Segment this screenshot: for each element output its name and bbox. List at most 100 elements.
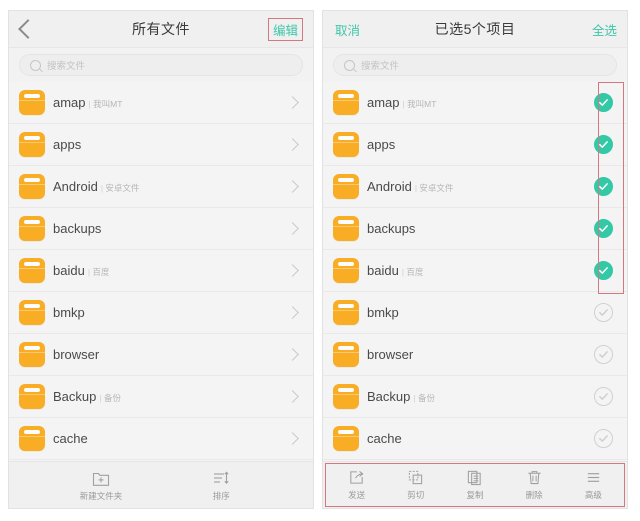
list-item[interactable]: browser: [323, 334, 627, 376]
row-subtitle: 安卓文件: [415, 182, 453, 194]
list-item[interactable]: amap我叫MT: [323, 82, 627, 124]
list-item[interactable]: Backup备份: [323, 376, 627, 418]
check-mark-icon: [599, 141, 608, 148]
list-item[interactable]: cache: [323, 418, 627, 460]
chevron-right-icon: [286, 222, 299, 235]
back-button[interactable]: [18, 11, 38, 47]
folder-icon: [333, 384, 359, 409]
check-circle-filled-icon[interactable]: [594, 93, 613, 112]
sort-label: 排序: [212, 490, 230, 501]
row-name: amap: [53, 95, 86, 110]
selection-title: 已选5个项目: [434, 21, 516, 37]
folder-icon: [333, 258, 359, 283]
select-all-button[interactable]: 全选: [592, 20, 617, 39]
right-navbar: 取消 已选5个项目 全选: [323, 11, 627, 48]
row-name: baidu: [367, 263, 399, 278]
folder-icon: [19, 258, 45, 283]
list-item[interactable]: bmkp: [323, 292, 627, 334]
row-subtitle: 备份: [413, 392, 435, 404]
chevron-right-icon: [286, 264, 299, 277]
check-circle-outline-icon[interactable]: [594, 303, 613, 322]
row-name: bmkp: [53, 305, 85, 320]
edit-button[interactable]: 编辑: [267, 17, 303, 41]
new-folder-button[interactable]: 新建文件夹: [80, 469, 122, 502]
search-placeholder: 搜索文件: [47, 61, 86, 72]
cut-button[interactable]: 剪切: [395, 469, 437, 501]
list-item[interactable]: apps: [323, 124, 627, 166]
chevron-right-icon: [286, 180, 299, 193]
check-circle-filled-icon[interactable]: [594, 261, 613, 280]
check-mark-icon: [599, 183, 608, 190]
delete-button[interactable]: 删除: [513, 469, 555, 501]
list-item[interactable]: apps: [9, 124, 313, 166]
delete-label: 删除: [525, 490, 543, 500]
sort-button[interactable]: 排序: [200, 469, 242, 502]
list-item[interactable]: bmkp: [9, 292, 313, 334]
send-button[interactable]: 发送: [336, 469, 378, 501]
search-input[interactable]: 搜索文件: [19, 54, 303, 76]
row-name: Backup: [53, 389, 97, 404]
right-bottom-toolbar: 发送 剪切 复制 删除 高级: [323, 461, 627, 508]
chevron-right-icon: [286, 348, 299, 361]
list-item[interactable]: amap我叫MT: [9, 82, 313, 124]
list-item[interactable]: baidu百度: [9, 250, 313, 292]
check-circle-filled-icon[interactable]: [594, 219, 613, 238]
check-mark-icon: [599, 393, 608, 400]
check-circle-filled-icon[interactable]: [594, 177, 613, 196]
list-item[interactable]: cache: [9, 418, 313, 460]
row-subtitle: 安卓文件: [101, 182, 139, 194]
right-panel-selection-mode: 取消 已选5个项目 全选 搜索文件 amap我叫MT apps Android安卓文…: [322, 10, 628, 509]
list-item[interactable]: backups: [323, 208, 627, 250]
row-name: browser: [367, 347, 414, 362]
list-item[interactable]: Android安卓文件: [9, 166, 313, 208]
row-name: baidu: [53, 263, 85, 278]
search-icon: [344, 59, 355, 71]
folder-icon: [333, 132, 359, 157]
row-labels: Android安卓文件: [53, 179, 288, 194]
advanced-button[interactable]: 高级: [572, 469, 614, 501]
folder-icon: [19, 216, 45, 241]
check-circle-filled-icon[interactable]: [594, 135, 613, 154]
folder-icon: [19, 384, 45, 409]
row-labels: amap我叫MT: [367, 95, 594, 110]
cancel-button-wrap: 取消: [335, 11, 360, 47]
back-chevron-icon: [18, 19, 38, 39]
check-mark-icon: [599, 99, 608, 106]
copy-button[interactable]: 复制: [454, 469, 496, 501]
row-labels: cache: [367, 431, 594, 446]
check-mark-icon: [599, 351, 608, 358]
new-folder-icon: [92, 472, 110, 486]
list-item[interactable]: baidu百度: [323, 250, 627, 292]
chevron-right-icon: [286, 390, 299, 403]
select-all-button-wrap: 全选: [592, 11, 617, 47]
check-circle-outline-icon[interactable]: [594, 429, 613, 448]
row-name: cache: [53, 431, 88, 446]
folder-icon: [19, 132, 45, 157]
menu-lines-icon: [587, 473, 600, 482]
list-item[interactable]: browser: [9, 334, 313, 376]
list-item[interactable]: Backup备份: [9, 376, 313, 418]
cancel-button[interactable]: 取消: [335, 20, 360, 39]
row-labels: Backup备份: [53, 389, 288, 404]
list-item[interactable]: backups: [9, 208, 313, 250]
folder-icon: [333, 174, 359, 199]
row-labels: apps: [367, 137, 594, 152]
right-file-list[interactable]: amap我叫MT apps Android安卓文件 backups baidu百度 bmk…: [323, 82, 627, 461]
copy-label: 复制: [466, 490, 484, 500]
check-mark-icon: [599, 225, 608, 232]
sort-icon: [214, 470, 229, 484]
send-icon: [350, 471, 364, 484]
row-subtitle: 我叫MT: [403, 98, 436, 110]
check-circle-outline-icon[interactable]: [594, 345, 613, 364]
row-labels: baidu百度: [367, 263, 594, 278]
check-circle-outline-icon[interactable]: [594, 387, 613, 406]
folder-icon: [333, 342, 359, 367]
row-labels: browser: [53, 347, 288, 362]
list-item[interactable]: Android安卓文件: [323, 166, 627, 208]
search-input[interactable]: 搜索文件: [333, 54, 617, 76]
row-labels: apps: [53, 137, 288, 152]
screenshot-root: 所有文件 编辑 搜索文件 amap我叫MTappsAndroid安卓文件back…: [0, 0, 640, 521]
row-name: cache: [367, 431, 402, 446]
left-navbar: 所有文件 编辑: [9, 11, 313, 48]
left-file-list[interactable]: amap我叫MT apps Android安卓文件 backups baidu百度 bmk…: [9, 82, 313, 461]
